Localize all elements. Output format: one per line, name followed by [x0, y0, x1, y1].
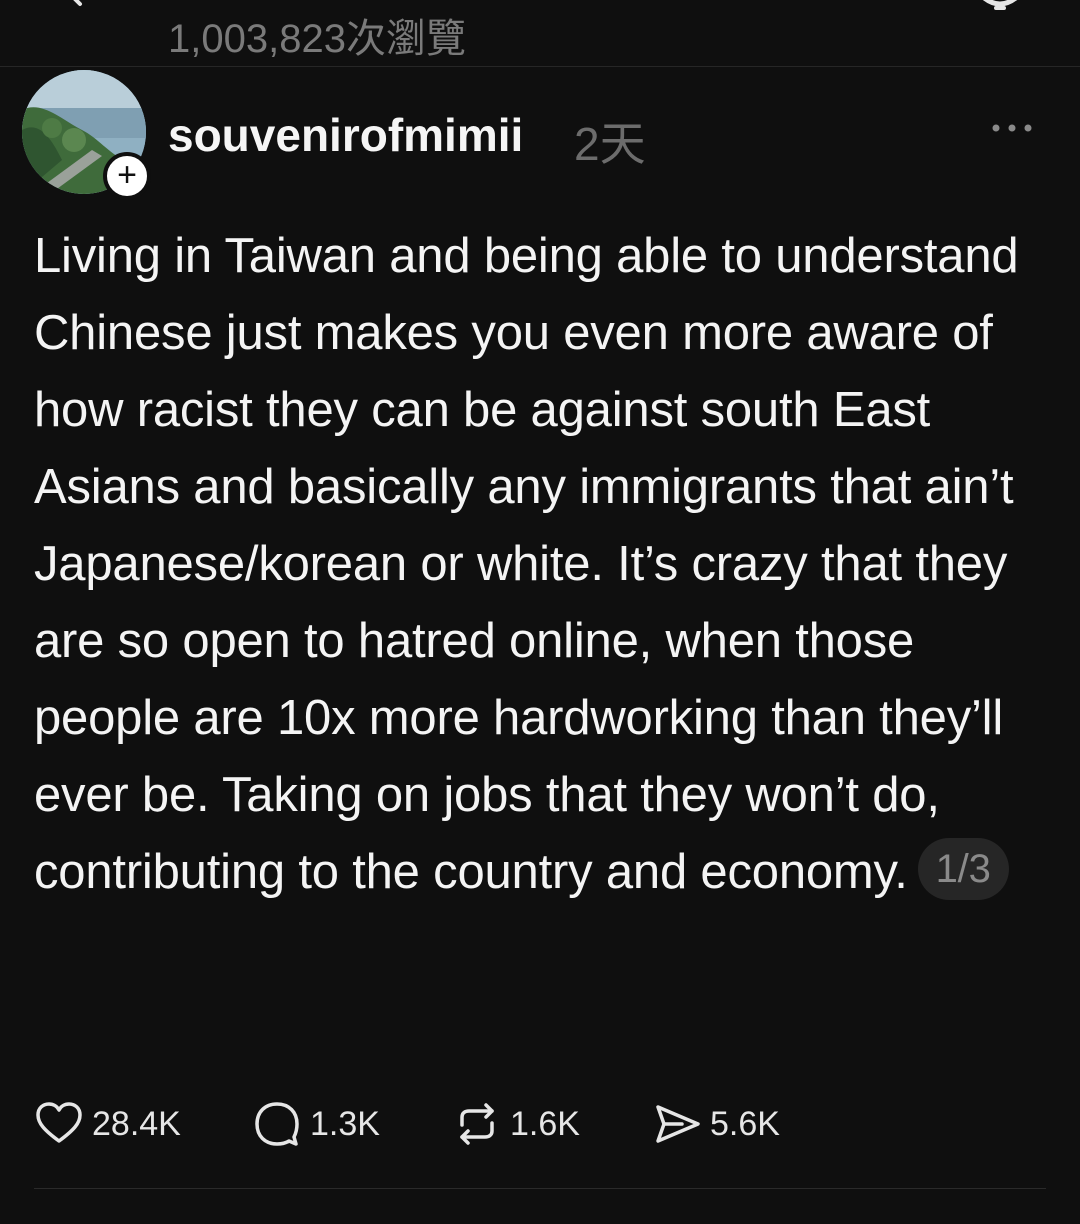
follow-plus-icon[interactable]: + — [103, 152, 151, 200]
top-bar: 1,003,823次瀏覽 — [0, 0, 1080, 67]
comment-button[interactable]: 1.3K — [252, 1096, 380, 1152]
share-button[interactable]: 5.6K — [652, 1096, 780, 1152]
repost-icon — [460, 1103, 494, 1145]
like-count: 28.4K — [92, 1104, 181, 1143]
comment-count: 1.3K — [310, 1104, 380, 1143]
comment-icon — [255, 1102, 299, 1146]
view-count: 1,003,823次瀏覽 — [168, 17, 466, 61]
repost-count: 1.6K — [510, 1104, 580, 1143]
divider — [34, 1188, 1046, 1189]
page-indicator[interactable]: 1/3 — [917, 838, 1009, 900]
post-actions: 28.4K 1.3K 1.6K 5.6K — [34, 1096, 1034, 1152]
share-icon — [656, 1105, 700, 1143]
like-button[interactable]: 28.4K — [34, 1096, 181, 1152]
repost-button[interactable]: 1.6K — [452, 1096, 580, 1152]
share-count: 5.6K — [710, 1104, 780, 1143]
back-icon[interactable] — [52, 0, 92, 10]
post-time: 2天 — [574, 118, 646, 170]
more-icon[interactable] — [990, 118, 1034, 138]
username[interactable]: souvenirofmimii — [168, 108, 523, 162]
heart-icon — [36, 1102, 82, 1143]
top-right-icon[interactable] — [968, 0, 1032, 20]
post-body-text: Living in Taiwan and being able to under… — [34, 229, 1019, 899]
post-body: Living in Taiwan and being able to under… — [34, 218, 1044, 911]
